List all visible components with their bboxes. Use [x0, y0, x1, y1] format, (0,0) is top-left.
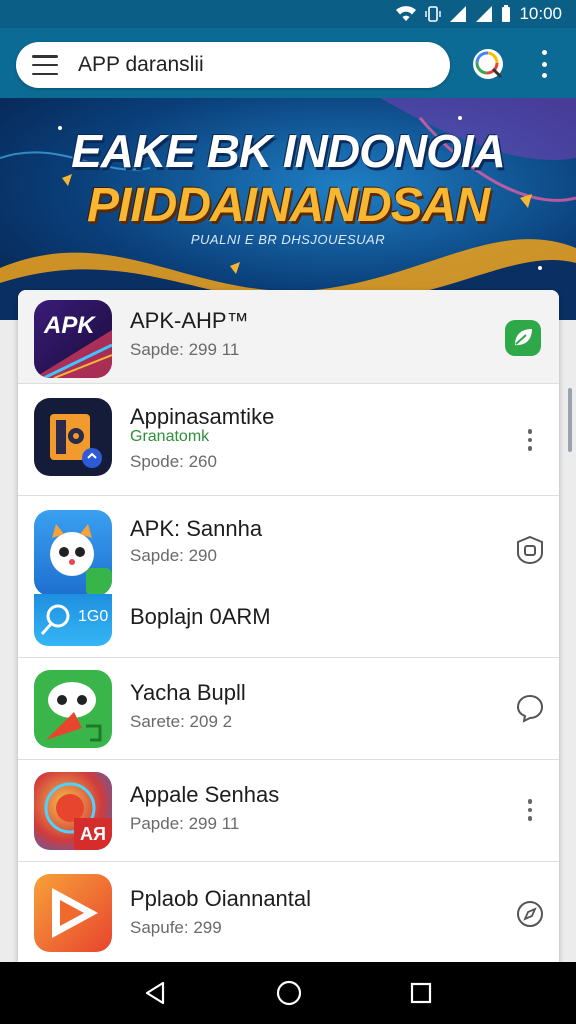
signal-icon	[450, 6, 467, 22]
app-icon-apple-senhas: AЯ	[34, 772, 112, 850]
app-size: Papde: 299 11	[130, 814, 240, 833]
system-nav-bar	[0, 962, 576, 1024]
app-size: Sapde: 290	[130, 546, 217, 565]
home-icon[interactable]	[275, 979, 303, 1007]
clock: 10:00	[519, 4, 562, 23]
app-name: APK: Sannha	[130, 516, 263, 541]
more-vert-icon[interactable]	[514, 794, 546, 826]
app-bar: APP daranslii	[0, 28, 576, 98]
app-name: Yacha Bupll	[130, 680, 246, 705]
back-icon[interactable]	[143, 980, 169, 1006]
signal-icon-2	[476, 6, 493, 22]
banner-subtitle: PUALNI E BR DHSJOUESUAR	[190, 232, 386, 247]
app-icon-label: AЯ	[80, 824, 106, 844]
app-icon-apk: APK	[34, 300, 112, 378]
app-size: Sapde: 299 11	[130, 340, 240, 359]
app-icon-play	[34, 874, 112, 952]
list-item[interactable]: Pplaob Oiannantal Sapufe: 299	[18, 862, 559, 970]
hamburger-menu-icon[interactable]	[32, 55, 58, 75]
banner-title-line2: PIIDDAINANDSAN	[86, 179, 490, 232]
app-icon-cat	[34, 510, 112, 596]
app-developer: Granatomk	[130, 428, 210, 445]
chat-bubble-icon[interactable]	[514, 692, 546, 724]
app-size: Spode: 260	[130, 452, 217, 471]
battery-icon	[502, 5, 511, 22]
app-name: APK-AHP™	[130, 308, 249, 333]
vibrate-icon	[425, 6, 442, 22]
app-size: Sapufe: 299	[130, 918, 222, 937]
promo-banner[interactable]: EAKE BK INDONOIA PIIDDAINANDSAN PUALNI E…	[0, 98, 576, 320]
app-name: Appale Senhas	[130, 782, 280, 807]
list-item[interactable]: AЯ Appale Senhas Papde: 299 11	[18, 760, 559, 862]
app-icon-music	[34, 398, 112, 476]
app-secondary-name: Boplajn 0ARM	[130, 604, 271, 629]
search-input[interactable]: APP daranslii	[16, 42, 450, 88]
more-vert-icon[interactable]	[514, 424, 546, 456]
app-icon-chat	[34, 670, 112, 748]
app-name: Appinasamtike	[130, 404, 275, 429]
app-icon-search-tool: 1G0	[34, 594, 112, 646]
compass-icon[interactable]	[514, 898, 546, 930]
app-name: Pplaob Oiannantal	[130, 886, 312, 911]
list-item[interactable]: Appinasamtike Granatomk Spode: 260	[18, 384, 559, 496]
wifi-icon	[396, 6, 417, 21]
banner-title-line1: EAKE BK INDONOIA	[71, 125, 506, 177]
list-item[interactable]: APK APK-AHP™ Sapde: 299 11	[18, 290, 559, 384]
overflow-menu-icon[interactable]	[536, 50, 552, 78]
lens-search-icon[interactable]	[470, 46, 506, 82]
app-list: APK APK-AHP™ Sapde: 299 11 Appinasamtike	[18, 290, 559, 970]
shield-icon[interactable]	[514, 534, 546, 566]
list-item[interactable]: Yacha Bupll Sarete: 209 2	[18, 658, 559, 760]
app-size: Sarete: 209 2	[130, 712, 233, 731]
search-text: APP daranslii	[78, 53, 204, 76]
list-item[interactable]: 1G0 APK: Sannha Sapde: 290 Boplajn 0ARM	[18, 496, 559, 658]
app-icon-label: APK	[44, 312, 95, 339]
recents-icon[interactable]	[409, 981, 433, 1005]
app-icon-label: 1G0	[78, 608, 109, 625]
scrollbar[interactable]	[568, 388, 572, 452]
leaf-badge-icon[interactable]	[504, 319, 542, 357]
status-bar: 10:00	[0, 0, 576, 28]
